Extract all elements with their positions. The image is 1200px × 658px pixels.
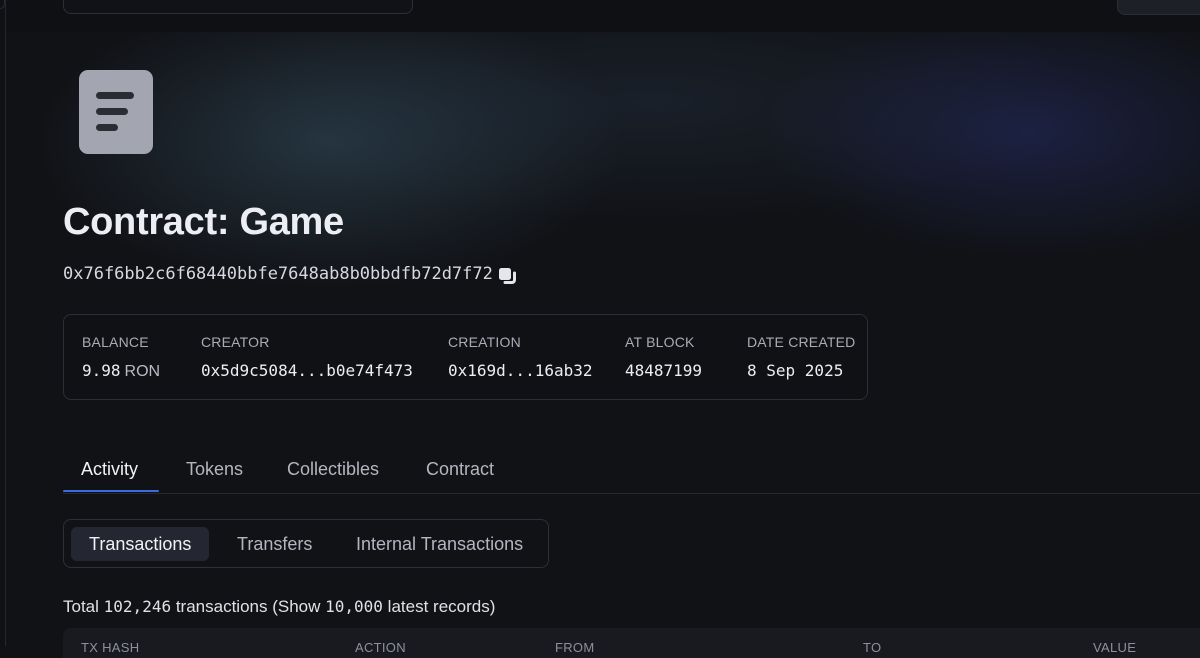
- subtab-internal-transactions[interactable]: Internal Transactions: [338, 527, 541, 561]
- balance-value: 9.98: [82, 361, 121, 380]
- column-header-from: FROM: [555, 640, 595, 655]
- block-link[interactable]: 48487199: [625, 361, 702, 380]
- date-created-value: 8 Sep 2025: [747, 361, 844, 380]
- summary-shown: 10,000: [325, 597, 383, 616]
- copy-icon[interactable]: [497, 266, 519, 288]
- stat-label: BALANCE: [82, 334, 149, 350]
- top-right-button[interactable]: [1117, 0, 1200, 15]
- subtab-transfers[interactable]: Transfers: [219, 527, 330, 561]
- creator-link[interactable]: 0x5d9c5084...b0e74f473: [201, 361, 413, 380]
- column-header-value: VALUE: [1093, 640, 1137, 655]
- active-tab-indicator: [63, 490, 159, 492]
- stat-label: DATE CREATED: [747, 334, 856, 350]
- balance-unit: RON: [124, 363, 161, 380]
- tab-contract[interactable]: Contract: [426, 459, 494, 480]
- top-bar: [0, 0, 1200, 32]
- stat-creator: CREATOR 0x5d9c5084...b0e74f473: [201, 334, 413, 380]
- stat-balance: BALANCE 9.98 RON: [82, 334, 160, 381]
- stat-at-block: AT BLOCK 48487199: [625, 334, 702, 380]
- document-lines-icon: [96, 92, 134, 131]
- summary-suffix: latest records): [387, 597, 496, 616]
- stat-value: 9.98 RON: [82, 361, 160, 381]
- contract-avatar: [79, 70, 153, 154]
- stat-creation: CREATION 0x169d...16ab32: [448, 334, 593, 380]
- stat-label: AT BLOCK: [625, 334, 695, 350]
- search-input[interactable]: [63, 0, 413, 14]
- contract-stats-card: BALANCE 9.98 RON CREATOR 0x5d9c5084...b0e…: [63, 314, 868, 400]
- column-header-tx-hash: TX HASH: [81, 640, 140, 655]
- summary-middle: transactions (Show: [175, 597, 321, 616]
- summary-total: 102,246: [103, 597, 172, 616]
- stat-label: CREATION: [448, 334, 521, 350]
- column-header-action: ACTION: [355, 640, 406, 655]
- contract-address[interactable]: 0x76f6bb2c6f68440bbfe7648ab8b0bbdfb72d7f…: [63, 264, 493, 284]
- stat-label: CREATOR: [201, 334, 270, 350]
- page-title: Contract: Game: [63, 201, 344, 243]
- tab-tokens[interactable]: Tokens: [186, 459, 243, 480]
- main-tabs: Activity Tokens Collectibles Contract: [63, 448, 1200, 494]
- subtab-transactions[interactable]: Transactions: [71, 527, 210, 561]
- transactions-table-header: TX HASH ACTION FROM TO VALUE: [63, 628, 1200, 658]
- activity-subtabs: Transactions Transfers Internal Transact…: [63, 519, 549, 568]
- stat-date-created: DATE CREATED 8 Sep 2025: [747, 334, 855, 380]
- creation-tx-link[interactable]: 0x169d...16ab32: [448, 361, 593, 380]
- tab-collectibles[interactable]: Collectibles: [287, 459, 379, 480]
- transactions-summary: Total 102,246 transactions (Show 10,000 …: [63, 597, 495, 617]
- summary-prefix: Total: [63, 597, 99, 616]
- column-header-to: TO: [863, 640, 882, 655]
- tab-activity[interactable]: Activity: [81, 459, 138, 480]
